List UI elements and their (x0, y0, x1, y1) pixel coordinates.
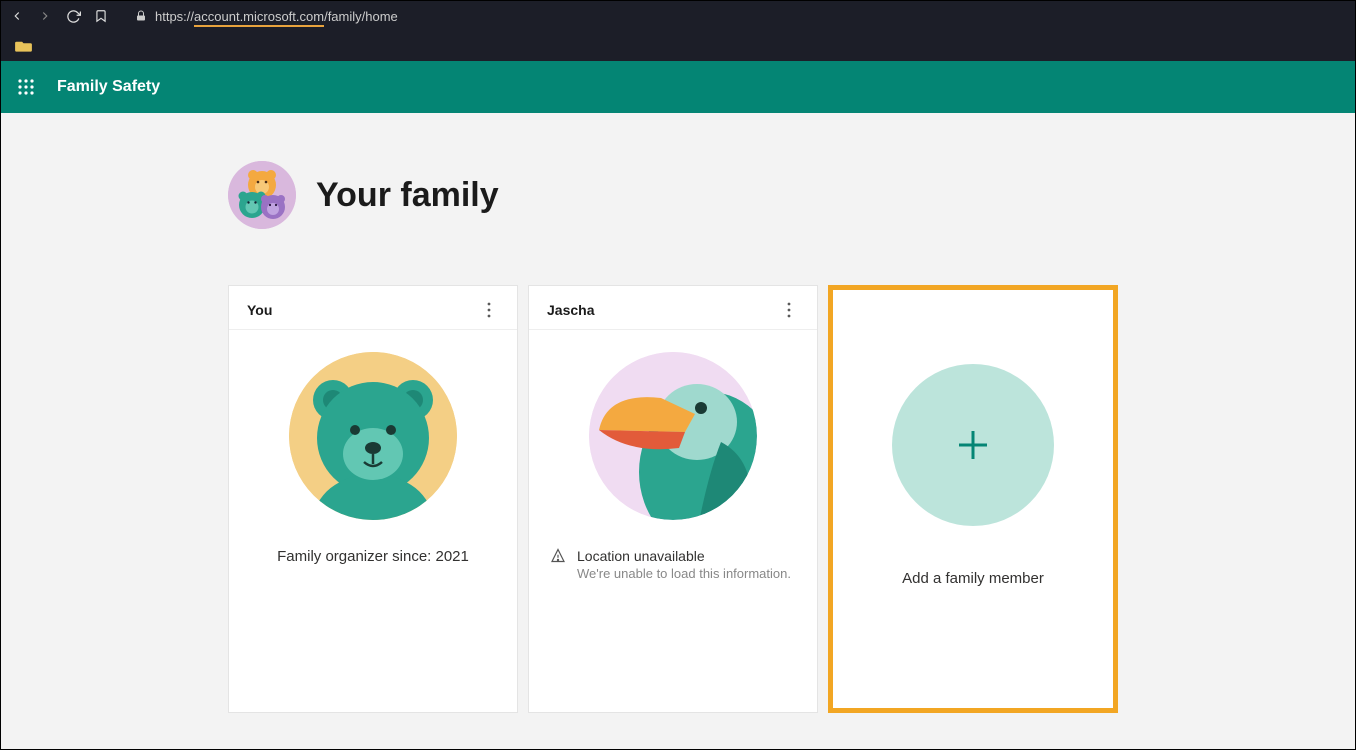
family-member-card-jascha[interactable]: Jascha (528, 285, 818, 713)
location-warning-icon (549, 548, 567, 566)
bookmarks-bar (1, 31, 1355, 61)
card-body: Family organizer since: 2021 (229, 330, 517, 712)
more-menu-icon[interactable] (479, 300, 499, 320)
app-title[interactable]: Family Safety (57, 78, 160, 96)
family-cards: You (228, 285, 1128, 713)
card-header: Jascha (529, 286, 817, 330)
toucan-avatar-icon (589, 352, 757, 520)
member-name: You (247, 302, 272, 318)
app-launcher-icon[interactable] (17, 78, 35, 96)
bear-avatar-icon (289, 352, 457, 520)
page-heading: Your family (228, 161, 1128, 229)
page-content: Your family You (1, 113, 1355, 749)
more-menu-icon[interactable] (779, 300, 799, 320)
folder-icon[interactable] (15, 39, 32, 53)
page-title: Your family (316, 176, 499, 215)
status-subtitle: We're unable to load this information. (577, 566, 791, 581)
url-bar[interactable]: https://account.microsoft.com/family/hom… (125, 4, 525, 28)
member-name: Jascha (547, 302, 594, 318)
back-icon[interactable] (9, 8, 25, 24)
card-body: Location unavailable We're unable to loa… (529, 330, 817, 712)
app-header: Family Safety (1, 61, 1355, 113)
member-role-text: Family organizer since: 2021 (277, 548, 469, 565)
url-text: https://account.microsoft.com/family/hom… (155, 9, 398, 24)
family-avatar-icon (228, 161, 296, 229)
reload-icon[interactable] (65, 8, 81, 24)
bookmark-icon[interactable] (93, 8, 109, 24)
browser-chrome: https://account.microsoft.com/family/hom… (1, 1, 1355, 61)
add-circle-icon (892, 364, 1054, 526)
forward-icon[interactable] (37, 8, 53, 24)
family-member-card-you[interactable]: You (228, 285, 518, 713)
status-title: Location unavailable (577, 548, 791, 564)
add-member-label: Add a family member (902, 570, 1044, 587)
lock-icon (135, 9, 147, 23)
add-family-member-card[interactable]: Add a family member (828, 285, 1118, 713)
card-header: You (229, 286, 517, 330)
browser-toolbar: https://account.microsoft.com/family/hom… (1, 1, 1355, 31)
plus-icon (953, 425, 993, 465)
location-status: Location unavailable We're unable to loa… (529, 548, 817, 581)
